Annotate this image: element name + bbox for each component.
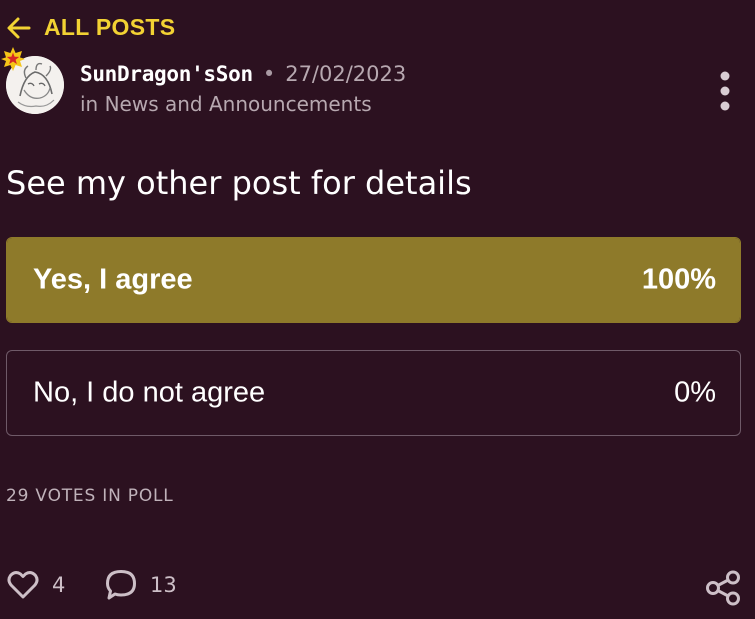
post-category[interactable]: in News and Announcements (80, 92, 372, 116)
comment-icon (106, 570, 136, 600)
post-meta-line: SunDragon'sSon • 27/02/2023 (80, 62, 406, 86)
like-count: 4 (52, 573, 66, 597)
back-to-all-posts-link[interactable]: ALL POSTS (6, 14, 175, 41)
poll-option-percent: 0% (674, 376, 716, 409)
comment-button[interactable]: 13 (104, 568, 177, 602)
poll-option-label: Yes, I agree (33, 263, 193, 296)
comment-count: 13 (150, 573, 177, 597)
poll-option-no[interactable]: No, I do not agree 0% (6, 350, 741, 436)
author-avatar-group[interactable] (0, 46, 64, 118)
more-vertical-icon (720, 71, 730, 111)
like-button[interactable]: 4 (6, 568, 65, 602)
more-options-button[interactable] (710, 70, 740, 114)
poll-option-percent: 100% (641, 263, 716, 296)
poll-option-yes[interactable]: Yes, I agree 100% (6, 237, 741, 323)
meta-separator: • (262, 62, 276, 86)
star-badge-icon (1, 47, 25, 71)
post-date: 27/02/2023 (285, 62, 407, 86)
share-button[interactable] (704, 570, 742, 606)
heart-icon (7, 571, 39, 599)
poll-vote-count: 29 VOTES IN POLL (6, 486, 174, 506)
back-link-label: ALL POSTS (44, 14, 176, 40)
poll-option-label: No, I do not agree (33, 376, 266, 409)
author-name[interactable]: SunDragon'sSon (80, 62, 253, 86)
arrow-left-icon (7, 17, 31, 38)
share-icon (706, 570, 740, 606)
post-title: See my other post for details (6, 164, 472, 202)
